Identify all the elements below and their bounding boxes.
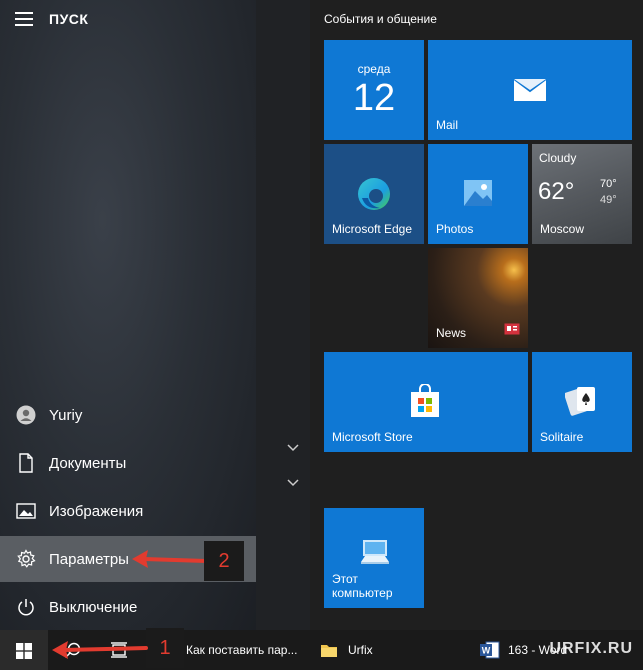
calendar-day-number: 12	[352, 77, 396, 119]
menu-item-power[interactable]: Выключение	[0, 584, 256, 630]
menu-item-documents[interactable]: Документы	[0, 440, 256, 486]
edge-icon	[356, 176, 392, 217]
taskbar-item-label: Urfix	[348, 643, 373, 657]
calendar-day-name: среда	[357, 62, 391, 76]
tile-label: Mail	[436, 118, 459, 132]
tile-this-pc[interactable]: Этот компьютер	[324, 508, 424, 608]
tile-weather[interactable]: Cloudy 62° 70° 49° Moscow	[532, 144, 632, 244]
menu-item-label: Yuriy	[49, 406, 83, 424]
annotation-number: 1	[159, 636, 171, 659]
tile-label: Microsoft Edge	[332, 222, 413, 236]
chevron-down-icon[interactable]	[287, 444, 299, 452]
image-icon	[15, 500, 37, 522]
gear-icon	[15, 548, 37, 570]
annotation-arrow-2	[132, 550, 208, 568]
menu-item-user[interactable]: Yuriy	[0, 392, 256, 438]
tile-label: Moscow	[540, 222, 585, 236]
folder-icon	[321, 645, 337, 657]
user-icon	[15, 404, 37, 426]
taskbar-item-label: Как поставить пар...	[186, 643, 298, 657]
weather-high: 70°	[600, 178, 617, 190]
menu-item-pictures[interactable]: Изображения	[0, 488, 256, 534]
tile-edge[interactable]: Microsoft Edge	[324, 144, 424, 244]
solitaire-icon	[564, 384, 599, 421]
tile-label-line2: компьютер	[332, 586, 393, 600]
tile-label-line1: Этот	[332, 572, 358, 586]
computer-icon	[360, 538, 390, 571]
chevron-down-icon[interactable]	[287, 479, 299, 487]
mail-icon	[513, 76, 547, 107]
taskbar-item-chrome[interactable]: Как поставить пар...	[180, 630, 306, 670]
word-icon: W	[480, 641, 500, 659]
annotation-arrow-1	[52, 641, 148, 659]
start-title: ПУСК	[49, 11, 89, 27]
document-icon	[15, 452, 37, 474]
hamburger-menu-icon[interactable]	[15, 12, 33, 26]
tile-calendar[interactable]: среда 12	[324, 40, 424, 140]
windows-start-button[interactable]	[0, 630, 48, 670]
tile-label: Этот компьютер	[332, 572, 393, 600]
taskbar-item-urfix[interactable]: Urfix	[312, 630, 462, 670]
tile-photos[interactable]: Photos	[428, 144, 528, 244]
start-menu-list-strip	[256, 0, 310, 630]
watermark: URFIX.RU	[549, 640, 633, 657]
annotation-badge-2: 2	[204, 541, 244, 581]
store-icon	[409, 383, 441, 423]
tile-label: Microsoft Store	[332, 430, 413, 444]
photos-icon	[463, 179, 493, 212]
menu-item-label: Изображения	[49, 502, 144, 520]
annotation-badge-1: 1	[146, 628, 184, 668]
menu-item-label: Выключение	[49, 598, 138, 616]
tile-store[interactable]: Microsoft Store	[324, 352, 528, 452]
menu-item-label: Документы	[49, 454, 127, 472]
tile-label: News	[436, 326, 467, 340]
tile-label: Solitaire	[540, 430, 584, 444]
weather-low: 49°	[600, 194, 617, 206]
tile-mail[interactable]: Mail	[428, 40, 632, 140]
tile-group-title: События и общение	[324, 12, 437, 26]
weather-temperature: 62°	[538, 178, 575, 205]
annotation-number: 2	[218, 549, 230, 572]
tile-label: Photos	[436, 222, 474, 236]
menu-item-label: Параметры	[49, 550, 129, 568]
weather-condition: Cloudy	[539, 151, 577, 165]
svg-text:W: W	[482, 646, 491, 656]
tile-solitaire[interactable]: Solitaire	[532, 352, 632, 452]
tile-news[interactable]: News	[428, 248, 528, 348]
power-icon	[15, 596, 37, 618]
news-icon	[504, 322, 520, 340]
windows-logo-icon	[16, 643, 32, 659]
